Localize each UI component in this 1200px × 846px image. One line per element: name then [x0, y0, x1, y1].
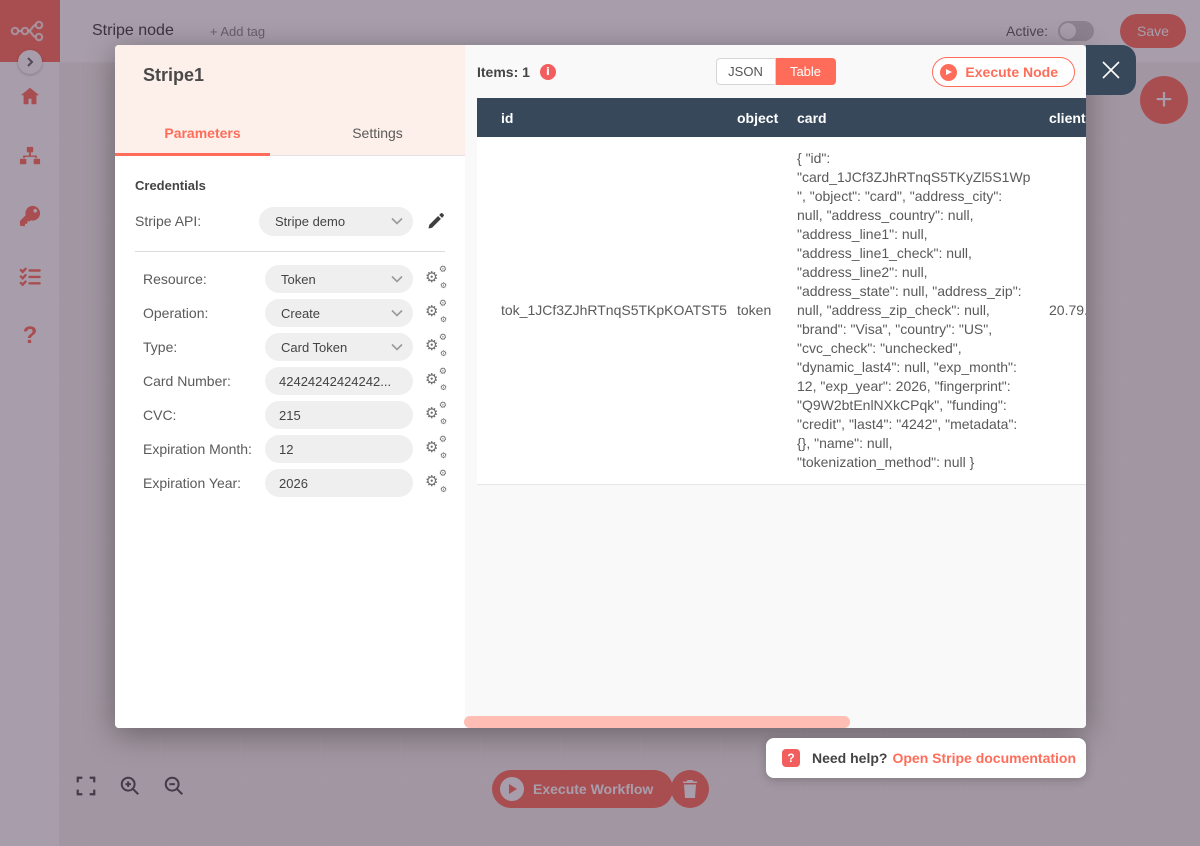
- node-output-panel: Items: 1 i JSON Table Execute Node: [465, 45, 1086, 728]
- field-cvc: CVC: ⚙⚙⚙: [135, 398, 445, 432]
- app-window: Stripe node + Add tag Active: Save: [0, 0, 1200, 846]
- parameter-options-icon[interactable]: ⚙⚙⚙: [425, 405, 445, 425]
- column-header-id: id: [477, 98, 725, 137]
- horizontal-scrollbar[interactable]: [464, 716, 850, 728]
- field-label: Card Number:: [143, 373, 265, 389]
- info-icon[interactable]: i: [540, 64, 556, 80]
- parameter-options-icon[interactable]: ⚙⚙⚙: [425, 439, 445, 459]
- field-label: Operation:: [143, 305, 265, 321]
- parameter-options-icon[interactable]: ⚙⚙⚙: [425, 269, 445, 289]
- credentials-heading: Credentials: [135, 178, 445, 193]
- node-settings-panel: Stripe1 Parameters Settings Credentials …: [115, 45, 465, 728]
- type-select[interactable]: Card Token: [265, 333, 413, 361]
- cell-object: token: [725, 137, 785, 485]
- node-tabs: Parameters Settings: [115, 111, 465, 155]
- table-row[interactable]: tok_1JCf3ZJhRTnqS5TKpKOATST5 token { "id…: [477, 137, 1086, 485]
- chevron-down-icon: [391, 309, 403, 317]
- output-table: id object card client tok_1JCf3ZJhRTnqS5…: [477, 98, 1086, 485]
- view-json-button[interactable]: JSON: [716, 58, 776, 85]
- view-table-button[interactable]: Table: [776, 58, 836, 85]
- credential-row: Stripe API: Stripe demo: [135, 205, 445, 237]
- field-label: Expiration Year:: [143, 475, 265, 491]
- active-tab-indicator: [115, 153, 270, 156]
- card-number-input[interactable]: [265, 367, 413, 395]
- tab-parameters[interactable]: Parameters: [115, 111, 290, 155]
- field-expiration-year: Expiration Year: ⚙⚙⚙: [135, 466, 445, 500]
- expiration-month-input[interactable]: [265, 435, 413, 463]
- output-view-toggle: JSON Table: [716, 58, 836, 85]
- question-icon: ?: [782, 749, 800, 767]
- field-expiration-month: Expiration Month: ⚙⚙⚙: [135, 432, 445, 466]
- credential-select[interactable]: Stripe demo: [259, 207, 413, 236]
- help-toast: ? Need help? Open Stripe documentation: [766, 738, 1086, 778]
- close-icon: [1100, 59, 1122, 81]
- operation-select[interactable]: Create: [265, 299, 413, 327]
- play-icon: [940, 64, 957, 81]
- cell-id: tok_1JCf3ZJhRTnqS5TKpKOATST5: [477, 137, 725, 485]
- output-header: Items: 1 i JSON Table Execute Node: [465, 45, 1086, 98]
- column-header-object: object: [725, 98, 785, 137]
- field-label: CVC:: [143, 407, 265, 423]
- divider: [135, 251, 445, 252]
- operation-value: Create: [281, 306, 320, 321]
- edit-credential-icon[interactable]: [427, 212, 445, 230]
- expiration-year-input[interactable]: [265, 469, 413, 497]
- chevron-down-icon: [391, 217, 403, 225]
- tab-settings[interactable]: Settings: [290, 111, 465, 155]
- field-label: Resource:: [143, 271, 265, 287]
- items-count: Items: 1: [477, 64, 530, 80]
- parameter-options-icon[interactable]: ⚙⚙⚙: [425, 473, 445, 493]
- field-card-number: Card Number: ⚙⚙⚙: [135, 364, 445, 398]
- field-type: Type: Card Token ⚙⚙⚙: [135, 330, 445, 364]
- cell-client: 20.79.: [1037, 137, 1086, 485]
- table-header-row: id object card client: [477, 98, 1086, 137]
- parameter-options-icon[interactable]: ⚙⚙⚙: [425, 303, 445, 323]
- field-operation: Operation: Create ⚙⚙⚙: [135, 296, 445, 330]
- cell-card: { "id": "card_1JCf3ZJhRTnqS5TKyZl5S1Wp",…: [785, 137, 1037, 485]
- parameter-options-icon[interactable]: ⚙⚙⚙: [425, 337, 445, 357]
- chevron-down-icon: [391, 275, 403, 283]
- type-value: Card Token: [281, 340, 347, 355]
- column-header-client: client: [1037, 98, 1086, 137]
- field-resource: Resource: Token ⚙⚙⚙: [135, 262, 445, 296]
- help-toast-text: Need help?: [812, 750, 887, 766]
- parameter-options-icon[interactable]: ⚙⚙⚙: [425, 371, 445, 391]
- output-table-container: id object card client tok_1JCf3ZJhRTnqS5…: [477, 98, 1086, 485]
- field-label: Expiration Month:: [143, 441, 265, 457]
- execute-node-button[interactable]: Execute Node: [932, 57, 1075, 87]
- credential-value: Stripe demo: [275, 214, 345, 229]
- resource-value: Token: [281, 272, 316, 287]
- node-title: Stripe1: [143, 65, 204, 86]
- chevron-down-icon: [391, 343, 403, 351]
- field-label: Type:: [143, 339, 265, 355]
- node-panel-header: Stripe1 Parameters Settings: [115, 45, 465, 156]
- execute-node-label: Execute Node: [965, 64, 1058, 80]
- credential-label: Stripe API:: [135, 213, 259, 229]
- resource-select[interactable]: Token: [265, 265, 413, 293]
- close-modal-button[interactable]: [1086, 45, 1136, 95]
- open-documentation-link[interactable]: Open Stripe documentation: [892, 750, 1076, 766]
- column-header-card: card: [785, 98, 1037, 137]
- cvc-input[interactable]: [265, 401, 413, 429]
- node-detail-modal: Stripe1 Parameters Settings Credentials …: [115, 45, 1086, 728]
